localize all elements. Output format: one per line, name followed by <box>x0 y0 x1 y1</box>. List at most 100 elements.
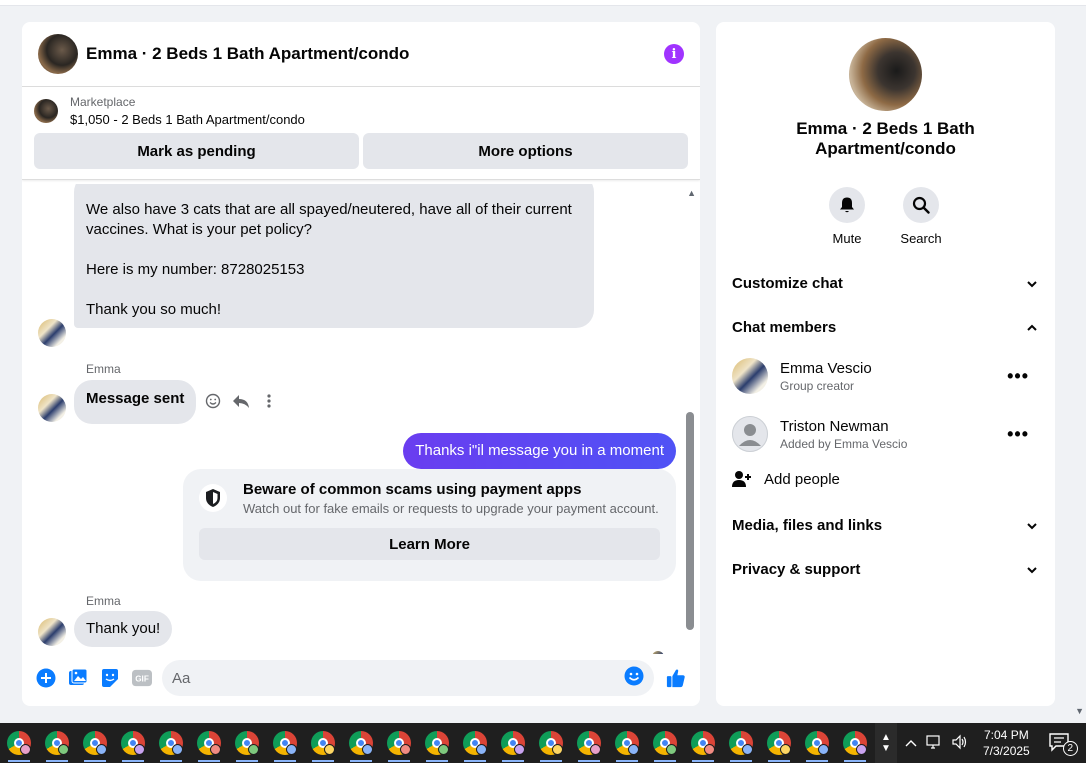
avatar[interactable] <box>38 618 66 646</box>
marketplace-listing: Marketplace $1,050 - 2 Beds 1 Bath Apart… <box>22 87 700 180</box>
customize-chat-label: Customize chat <box>732 275 843 292</box>
avatar[interactable] <box>732 358 768 394</box>
message-bubble: Message sent <box>74 380 197 424</box>
network-icon[interactable] <box>925 734 943 753</box>
chat-members-section[interactable]: Chat members <box>732 319 1039 336</box>
chrome-taskbar-button[interactable] <box>456 723 494 763</box>
taskbar-scroll-buttons[interactable]: ▲ ▼ <box>875 723 897 763</box>
customize-chat-section[interactable]: Customize chat <box>732 275 1039 292</box>
conversation-avatar[interactable] <box>849 38 922 111</box>
chrome-taskbar-button[interactable] <box>380 723 418 763</box>
chrome-taskbar-button[interactable] <box>152 723 190 763</box>
message-bubble: Thank you! <box>74 611 173 647</box>
message-text: Message sent <box>86 390 185 407</box>
chat-header: Emma · 2 Beds 1 Bath Apartment/condo i <box>22 22 700 87</box>
message-input-wrapper <box>162 660 654 696</box>
svg-text:GIF: GIF <box>135 675 149 684</box>
system-tray: 7:04 PM 7/3/2025 2 <box>905 727 1078 759</box>
message-actions <box>204 392 278 410</box>
photo-icon[interactable] <box>68 668 88 688</box>
chevron-down-icon <box>1027 280 1037 287</box>
member-row[interactable]: Emma Vescio Group creator ••• <box>732 356 1039 396</box>
taskbar-apps <box>0 723 875 763</box>
chrome-taskbar-button[interactable] <box>684 723 722 763</box>
search-icon[interactable] <box>903 187 939 223</box>
chat-avatar[interactable] <box>38 34 78 74</box>
volume-icon[interactable] <box>951 734 969 753</box>
listing-price-title[interactable]: $1,050 - 2 Beds 1 Bath Apartment/condo <box>70 112 305 127</box>
mute-label: Mute <box>832 231 862 246</box>
more-horizontal-icon[interactable]: ••• <box>1007 366 1029 387</box>
privacy-support-section[interactable]: Privacy & support <box>732 561 1039 578</box>
notification-count-badge: 2 <box>1062 741 1078 756</box>
bell-icon[interactable] <box>829 187 865 223</box>
chrome-taskbar-button[interactable] <box>418 723 456 763</box>
chat-panel: Emma · 2 Beds 1 Bath Apartment/condo i M… <box>22 22 700 706</box>
chrome-taskbar-button[interactable] <box>646 723 684 763</box>
gif-icon[interactable]: GIF <box>132 668 152 688</box>
chrome-taskbar-button[interactable] <box>532 723 570 763</box>
chat-title[interactable]: Emma · 2 Beds 1 Bath Apartment/condo <box>86 44 409 64</box>
sender-name: Emma <box>86 362 121 376</box>
chevron-up-icon[interactable]: ▲ <box>881 732 891 743</box>
message-text: Thanks i"il message you in a moment <box>415 442 664 459</box>
chrome-taskbar-button[interactable] <box>608 723 646 763</box>
quick-actions: Mute Search <box>828 187 942 246</box>
chrome-taskbar-button[interactable] <box>0 723 38 763</box>
reply-icon[interactable] <box>232 392 250 410</box>
show-hidden-icons-icon[interactable] <box>905 736 917 750</box>
mute-button[interactable]: Mute <box>828 187 866 246</box>
listing-thumbnail[interactable] <box>34 99 58 123</box>
chrome-taskbar-button[interactable] <box>570 723 608 763</box>
avatar[interactable] <box>38 319 66 347</box>
chrome-taskbar-button[interactable] <box>494 723 532 763</box>
react-icon[interactable] <box>204 392 222 410</box>
member-name: Triston Newman <box>780 417 889 435</box>
avatar[interactable] <box>38 394 66 422</box>
search-button[interactable]: Search <box>900 187 942 246</box>
add-people-label: Add people <box>764 470 840 488</box>
member-row[interactable]: Triston Newman Added by Emma Vescio ••• <box>732 414 1039 454</box>
chrome-taskbar-button[interactable] <box>76 723 114 763</box>
sticker-icon[interactable] <box>100 668 120 688</box>
chrome-taskbar-button[interactable] <box>114 723 152 763</box>
chrome-taskbar-button[interactable] <box>266 723 304 763</box>
learn-more-button[interactable]: Learn More <box>199 528 660 560</box>
chevron-down-icon[interactable]: ▼ <box>881 743 891 754</box>
media-files-links-section[interactable]: Media, files and links <box>732 517 1039 534</box>
page-scroll-down-arrow[interactable]: ▼ <box>1075 706 1084 716</box>
more-horizontal-icon[interactable]: ••• <box>1007 424 1029 445</box>
info-icon[interactable]: i <box>664 44 684 64</box>
chrome-taskbar-button[interactable] <box>38 723 76 763</box>
chrome-taskbar-button[interactable] <box>190 723 228 763</box>
plus-icon[interactable] <box>36 668 56 688</box>
add-people-button[interactable]: Add people <box>732 470 840 488</box>
chrome-taskbar-button[interactable] <box>722 723 760 763</box>
chat-members-label: Chat members <box>732 319 837 336</box>
chrome-taskbar-button[interactable] <box>798 723 836 763</box>
clock[interactable]: 7:04 PM 7/3/2025 <box>983 727 1030 759</box>
message-list[interactable]: We also have 3 cats that are all spayed/… <box>22 184 700 654</box>
scam-subtitle: Watch out for fake emails or requests to… <box>243 501 659 516</box>
clock-date: 7/3/2025 <box>983 744 1030 758</box>
chrome-taskbar-button[interactable] <box>342 723 380 763</box>
chrome-taskbar-button[interactable] <box>760 723 798 763</box>
conversation-title: Emma · 2 Beds 1 Bath Apartment/condo <box>796 119 975 158</box>
scroll-up-arrow[interactable]: ▲ <box>687 188 696 198</box>
chrome-taskbar-button[interactable] <box>304 723 342 763</box>
chrome-taskbar-button[interactable] <box>836 723 874 763</box>
message-input[interactable] <box>172 669 624 687</box>
avatar[interactable] <box>732 416 768 452</box>
thumbs-up-icon[interactable] <box>666 668 686 688</box>
mark-as-pending-button[interactable]: Mark as pending <box>34 133 359 169</box>
more-vertical-icon[interactable] <box>260 392 278 410</box>
more-options-button[interactable]: More options <box>363 133 688 169</box>
emoji-icon[interactable] <box>624 666 644 691</box>
notification-center-icon[interactable]: 2 <box>1048 732 1078 756</box>
scrollbar-thumb[interactable] <box>686 412 694 630</box>
scam-warning-card: Beware of common scams using payment app… <box>183 469 676 581</box>
member-role: Group creator <box>780 378 855 393</box>
clock-time: 7:04 PM <box>984 728 1029 742</box>
chrome-taskbar-button[interactable] <box>228 723 266 763</box>
message-composer: GIF <box>22 658 700 698</box>
